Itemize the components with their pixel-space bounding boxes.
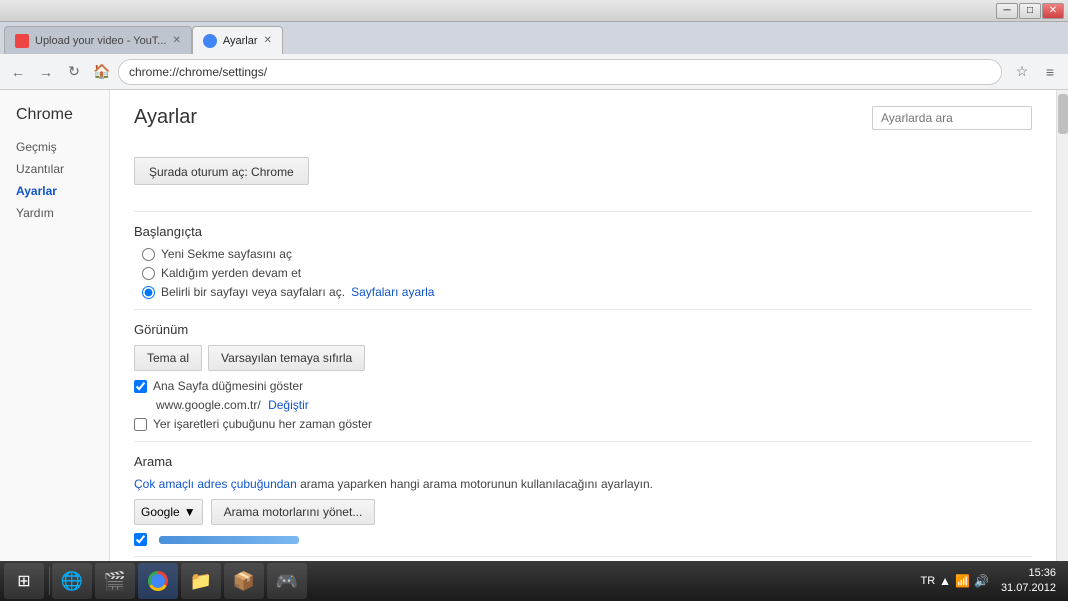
show-bookmarks-label: Yer işaretleri çubuğunu her zaman göster — [153, 417, 372, 431]
tab-bar: Upload your video - YouT... ✕ Ayarlar ✕ — [0, 22, 1068, 54]
title-bar: ─ □ ✕ — [0, 0, 1068, 22]
tab-settings[interactable]: Ayarlar ✕ — [192, 26, 283, 54]
startup-options: Yeni Sekme sayfasını aç Kaldığım yerden … — [142, 247, 1032, 299]
tray-volume-icon: 🔊 — [974, 574, 989, 588]
startup-option-continue: Kaldığım yerden devam et — [142, 266, 1032, 280]
home-url-row: www.google.com.tr/ Değiştir — [156, 398, 1032, 412]
sidebar-item-settings[interactable]: Ayarlar — [16, 180, 109, 202]
clock-time: 15:36 — [1001, 566, 1056, 581]
sidebar-title: Chrome — [16, 106, 109, 124]
search-checkbox-row — [134, 533, 1032, 546]
search-desc-suffix: arama yaparken hangi arama motorunun kul… — [300, 477, 653, 491]
startup-label-new-tab: Yeni Sekme sayfasını aç — [161, 247, 292, 261]
manage-search-engines-button[interactable]: Arama motorlarını yönet... — [211, 499, 376, 525]
search-description: Çok amaçlı adres çubuğundan arama yapark… — [134, 477, 1032, 491]
startup-option-new-tab: Yeni Sekme sayfasını aç — [142, 247, 1032, 261]
show-home-item: Ana Sayfa düğmesini göster — [134, 379, 1032, 393]
show-bookmarks-checkbox[interactable] — [134, 418, 147, 431]
tab-youtube[interactable]: Upload your video - YouT... ✕ — [4, 26, 192, 54]
search-progress-visual — [159, 536, 299, 544]
tab-favicon-settings — [203, 34, 217, 48]
start-icon: ⊞ — [17, 571, 30, 591]
window-controls: ─ □ ✕ — [996, 3, 1064, 19]
maximize-button[interactable]: □ — [1019, 3, 1041, 19]
minimize-button[interactable]: ─ — [996, 3, 1018, 19]
tray-wifi-icon: 📶 — [955, 574, 970, 588]
startup-option-specific: Belirli bir sayfayı veya sayfaları aç. S… — [142, 285, 1032, 299]
tab-settings-close[interactable]: ✕ — [264, 35, 272, 46]
scrollbar-thumb[interactable] — [1058, 94, 1068, 134]
taskbar-clock[interactable]: 15:36 31.07.2012 — [993, 566, 1064, 597]
taskbar-package-button[interactable]: 📦 — [224, 563, 264, 599]
taskbar-explorer-icon: 📁 — [190, 571, 212, 592]
reset-theme-button[interactable]: Varsayılan temaya sıfırla — [208, 345, 365, 371]
search-container — [872, 106, 1032, 130]
taskbar: ⊞ 🌐 🎬 📁 📦 🎮 TR ▲ 📶 🔊 15:36 31.07.2012 — [0, 561, 1068, 601]
signin-chrome-button[interactable]: Şurada oturum aç: Chrome — [134, 157, 309, 185]
omnibox-link[interactable]: Çok amaçlı adres çubuğundan — [134, 477, 297, 491]
taskbar-package-icon: 📦 — [233, 571, 255, 592]
taskbar-media-icon: 🎬 — [104, 571, 126, 592]
start-button[interactable]: ⊞ — [4, 563, 44, 599]
show-bookmarks-item: Yer işaretleri çubuğunu her zaman göster — [134, 417, 1032, 431]
close-button[interactable]: ✕ — [1042, 3, 1064, 19]
taskbar-separator-1 — [49, 567, 50, 595]
appearance-buttons: Tema al Varsayılan temaya sıfırla — [134, 345, 1032, 371]
sidebar-item-help[interactable]: Yardım — [16, 202, 109, 224]
content-area: Chrome Geçmiş Uzantılar Ayarlar Yardım A… — [0, 90, 1068, 561]
search-engine-dropdown[interactable]: Google ▼ — [134, 499, 203, 525]
search-engine-row: Google ▼ Arama motorlarını yönet... — [134, 499, 1032, 525]
search-section-title: Arama — [134, 454, 1032, 469]
sidebar-item-extensions[interactable]: Uzantılar — [16, 158, 109, 180]
startup-pages-link[interactable]: Sayfaları ayarla — [351, 285, 434, 299]
show-home-label: Ana Sayfa düğmesini göster — [153, 379, 303, 393]
settings-search-input[interactable] — [872, 106, 1032, 130]
clock-date: 31.07.2012 — [1001, 581, 1056, 596]
sidebar: Chrome Geçmiş Uzantılar Ayarlar Yardım — [0, 90, 110, 561]
taskbar-media-button[interactable]: 🎬 — [95, 563, 135, 599]
tray-language: TR — [920, 575, 935, 587]
taskbar-chrome-button[interactable] — [138, 563, 178, 599]
settings-main: Ayarlar Yeni Sekme sayfasını aç Şurada o… — [110, 90, 1056, 561]
reload-button[interactable]: ↻ — [62, 60, 86, 84]
taskbar-game-button[interactable]: 🎮 — [267, 563, 307, 599]
address-bar[interactable]: chrome://chrome/settings/ — [118, 59, 1002, 85]
startup-label-continue: Kaldığım yerden devam et — [161, 266, 301, 280]
change-home-link[interactable]: Değiştir — [268, 398, 309, 412]
dropdown-arrow-icon: ▼ — [184, 505, 196, 519]
tray-network-icon: ▲ — [939, 574, 951, 588]
browser-window: ─ □ ✕ Upload your video - YouT... ✕ Ayar… — [0, 0, 1068, 561]
taskbar-browser-icon: 🌐 — [61, 571, 83, 592]
settings-title: Ayarlar — [134, 106, 197, 129]
home-button[interactable]: 🏠 — [90, 60, 114, 84]
sidebar-item-history[interactable]: Geçmiş — [16, 136, 109, 158]
toolbar: ← → ↻ 🏠 chrome://chrome/settings/ ☆ ≡ — [0, 54, 1068, 90]
taskbar-game-icon: 🎮 — [276, 571, 298, 592]
star-icon[interactable]: ☆ — [1010, 60, 1034, 84]
startup-section-title: Başlangıçta — [134, 224, 1032, 239]
tab-favicon-youtube — [15, 34, 29, 48]
show-home-checkbox[interactable] — [134, 380, 147, 393]
appearance-section-title: Görünüm — [134, 322, 1032, 337]
taskbar-explorer-button[interactable]: 📁 — [181, 563, 221, 599]
address-text: chrome://chrome/settings/ — [129, 65, 267, 79]
back-button[interactable]: ← — [6, 60, 30, 84]
tab-youtube-label: Upload your video - YouT... — [35, 35, 166, 47]
scrollbar-track[interactable] — [1056, 90, 1068, 561]
tab-settings-label: Ayarlar — [223, 35, 258, 47]
menu-icon[interactable]: ≡ — [1038, 60, 1062, 84]
taskbar-tray-icons: TR ▲ 📶 🔊 — [916, 574, 992, 588]
search-engine-label: Google — [141, 505, 180, 519]
taskbar-browser-button[interactable]: 🌐 — [52, 563, 92, 599]
startup-label-specific: Belirli bir sayfayı veya sayfaları aç. — [161, 285, 345, 299]
tab-youtube-close[interactable]: ✕ — [172, 35, 180, 46]
home-url-text: www.google.com.tr/ — [156, 398, 261, 412]
startup-radio-continue[interactable] — [142, 267, 155, 280]
startup-radio-specific[interactable] — [142, 286, 155, 299]
startup-radio-new-tab[interactable] — [142, 248, 155, 261]
search-prediction-checkbox[interactable] — [134, 533, 147, 546]
theme-button[interactable]: Tema al — [134, 345, 202, 371]
forward-button[interactable]: → — [34, 60, 58, 84]
toolbar-right: ☆ ≡ — [1010, 60, 1062, 84]
